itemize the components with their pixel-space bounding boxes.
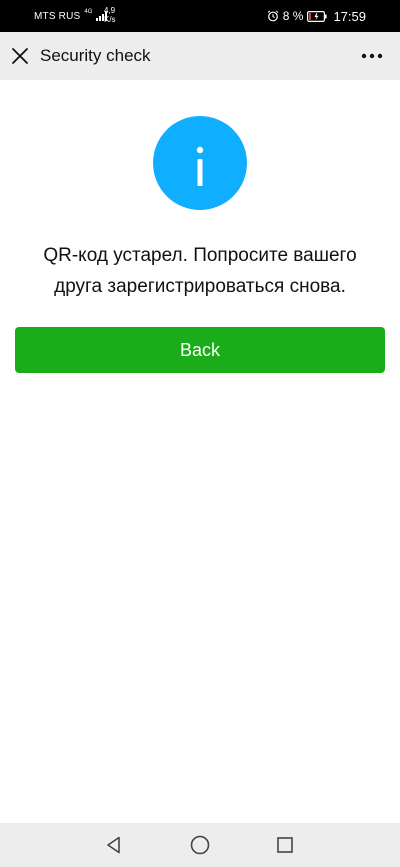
close-button[interactable]: [6, 42, 34, 70]
back-button[interactable]: Back: [15, 327, 385, 373]
navigation-bar: [0, 823, 400, 867]
status-left: MTS RUS 4G: [34, 0, 108, 32]
status-message: QR-код устарел. Попросите вашего друга з…: [43, 245, 357, 297]
page-title: Security check: [40, 46, 151, 65]
alarm-icon: [267, 10, 279, 22]
nav-recents-button[interactable]: [273, 833, 297, 857]
circle-home-icon: [190, 835, 210, 855]
status-bar: MTS RUS 4G 4,9 K/s 8 % 17:59: [0, 0, 400, 32]
clock: 17:59: [333, 8, 366, 24]
network-speed-unit: K/s: [104, 15, 116, 24]
nav-back-button[interactable]: [102, 833, 126, 857]
network-type-label: 4G: [84, 9, 93, 15]
square-recents-icon: [277, 837, 293, 853]
info-glyph: [196, 146, 204, 186]
info-icon: [153, 116, 247, 210]
battery-icon: [307, 10, 328, 22]
triangle-back-icon: [107, 836, 120, 854]
network-speed: 4,9 K/s: [104, 6, 116, 24]
more-options-button[interactable]: [358, 42, 386, 70]
more-icon: [361, 53, 383, 59]
status-right: 8 % 17:59: [267, 0, 366, 32]
carrier-name: MTS RUS: [34, 10, 81, 22]
battery-percent: 8 %: [282, 9, 304, 23]
network-speed-value: 4,9: [104, 6, 116, 15]
nav-home-button[interactable]: [188, 833, 212, 857]
close-icon: [12, 48, 28, 64]
title-bar: Security check: [0, 32, 400, 80]
